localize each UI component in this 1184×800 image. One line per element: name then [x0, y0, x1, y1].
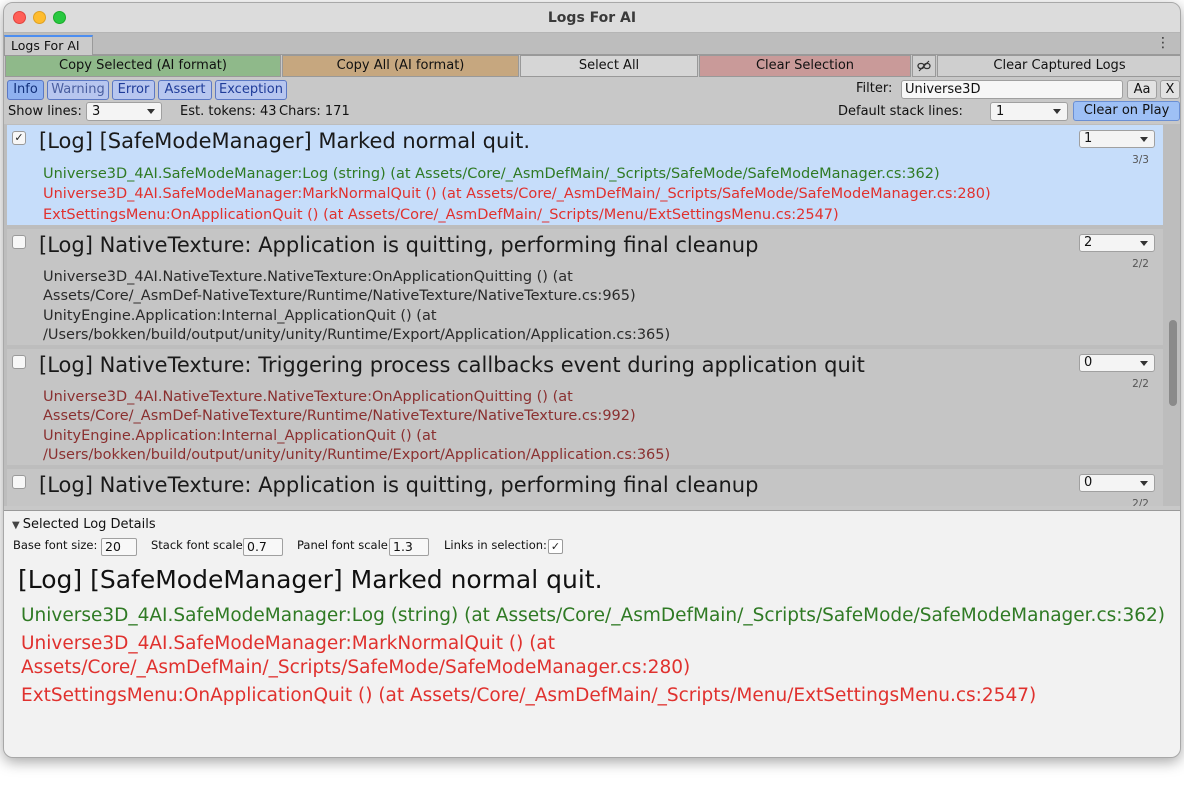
log-select-checkbox[interactable]: ✓ [12, 131, 26, 145]
select-all-button[interactable]: Select All [520, 55, 698, 77]
log-select-checkbox[interactable] [12, 235, 26, 249]
default-stack-lines-value: 1 [996, 104, 1005, 119]
details-trace-line[interactable]: Assets/Core/_AsmDefMain/_Scripts/SafeMod… [21, 656, 690, 680]
chevron-down-icon [1140, 241, 1148, 246]
app-window: Logs For AI Logs For AI ⋮ Copy Selected … [3, 2, 1181, 758]
base-font-size-label: Base font size: [13, 538, 98, 552]
stack-font-scale-label: Stack font scale [151, 538, 243, 552]
copy-all-button[interactable]: Copy All (AI format) [282, 55, 519, 77]
filter-error-toggle[interactable]: Error [112, 80, 155, 100]
log-count: 2/2 [1132, 258, 1149, 270]
log-entry[interactable]: [Log] NativeTexture: Application is quit… [7, 469, 1163, 506]
log-count: 2/2 [1132, 498, 1149, 506]
window-title: Logs For AI [547, 10, 637, 26]
chevron-down-icon [1140, 137, 1148, 142]
filter-exception-toggle[interactable]: Exception [215, 80, 287, 100]
log-list-scrollbar[interactable] [1167, 124, 1180, 506]
show-lines-dropdown[interactable]: 3 [86, 102, 162, 121]
stack-lines-dropdown[interactable]: 2 [1079, 234, 1155, 252]
match-case-button[interactable]: Aa [1127, 80, 1157, 99]
stack-trace-line[interactable]: Universe3D_4AI.NativeTexture.NativeTextu… [43, 268, 573, 287]
log-list[interactable]: ✓ [Log] [SafeModeManager] Marked normal … [4, 124, 1180, 506]
show-lines-label: Show lines: [8, 104, 82, 119]
log-entry[interactable]: [Log] NativeTexture: Triggering process … [7, 349, 1163, 465]
stack-trace-line[interactable]: Universe3D_4AI.SafeModeManager:MarkNorma… [43, 185, 991, 204]
options-row: Show lines: 3 Est. tokens: 43 Chars: 171… [4, 100, 1180, 122]
chevron-down-icon [147, 109, 155, 114]
char-count: Chars: 171 [279, 104, 350, 119]
details-trace-line[interactable]: Universe3D_4AI.SafeModeManager:Log (stri… [21, 604, 1165, 628]
stack-trace-line[interactable]: UnityEngine.Application:Internal_Applica… [43, 427, 437, 446]
stack-lines-value: 0 [1084, 475, 1093, 490]
stack-trace-line[interactable]: /Users/bokken/build/output/unity/unity/R… [43, 446, 670, 465]
triangle-down-icon: ▼ [12, 520, 20, 531]
log-title: [Log] NativeTexture: Triggering process … [39, 353, 865, 377]
filter-label: Filter: [856, 81, 893, 96]
show-lines-value: 3 [92, 104, 101, 119]
unlink-button[interactable] [912, 55, 936, 77]
scrollbar-thumb[interactable] [1169, 320, 1177, 406]
stack-lines-dropdown[interactable]: 0 [1079, 474, 1155, 492]
unlink-icon [917, 60, 931, 72]
chevron-down-icon [1053, 109, 1061, 114]
panel-font-scale-label: Panel font scale: [297, 538, 392, 552]
links-in-selection-label: Links in selection: [444, 538, 547, 552]
tab-logs-for-ai[interactable]: Logs For AI [4, 35, 93, 56]
stack-trace-line[interactable]: Assets/Core/_AsmDef-NativeTexture/Runtim… [43, 287, 636, 306]
est-tokens: Est. tokens: 43 [180, 104, 277, 119]
log-title: [Log] [SafeModeManager] Marked normal qu… [39, 129, 531, 153]
stack-trace-line[interactable]: /Users/bokken/build/output/unity/unity/R… [43, 326, 670, 345]
tab-bar: Logs For AI ⋮ [4, 33, 1180, 56]
stack-lines-value: 2 [1084, 235, 1093, 250]
stack-lines-dropdown[interactable]: 0 [1079, 354, 1155, 372]
details-trace-line[interactable]: Universe3D_4AI.SafeModeManager:MarkNorma… [21, 632, 555, 656]
clear-selection-button[interactable]: Clear Selection [699, 55, 911, 77]
details-header: Selected Log Details [22, 517, 156, 532]
clear-filter-button[interactable]: X [1160, 80, 1180, 99]
panel-font-scale-input[interactable]: 1.3 [389, 538, 429, 556]
chevron-down-icon [1140, 361, 1148, 366]
copy-selected-button[interactable]: Copy Selected (AI format) [5, 55, 281, 77]
action-toolbar: Copy Selected (AI format) Copy All (AI f… [4, 55, 1180, 77]
base-font-size-input[interactable]: 20 [101, 538, 137, 556]
selected-log-details-panel: ▼ Selected Log Details Base font size: 20… [4, 510, 1180, 757]
details-foldout[interactable]: ▼ Selected Log Details [12, 517, 156, 532]
log-select-checkbox[interactable] [12, 475, 26, 489]
links-in-selection-checkbox[interactable]: ✓ [548, 539, 563, 554]
stack-trace-line[interactable]: Assets/Core/_AsmDef-NativeTexture/Runtim… [43, 407, 636, 426]
log-count: 2/2 [1132, 378, 1149, 390]
filter-row: Info Warning Error Assert Exception Filt… [4, 78, 1180, 100]
log-select-checkbox[interactable] [12, 355, 26, 369]
clear-captured-logs-button[interactable]: Clear Captured Logs [937, 55, 1180, 77]
filter-assert-toggle[interactable]: Assert [158, 80, 212, 100]
title-bar: Logs For AI [4, 3, 1180, 33]
filter-warning-toggle[interactable]: Warning [47, 80, 109, 100]
kebab-menu-icon[interactable]: ⋮ [1156, 35, 1170, 51]
log-count: 3/3 [1132, 154, 1149, 166]
default-stack-lines-label: Default stack lines: [838, 104, 963, 119]
log-entry[interactable]: ✓ [Log] [SafeModeManager] Marked normal … [7, 125, 1163, 225]
stack-lines-dropdown[interactable]: 1 [1079, 130, 1155, 148]
filter-input[interactable]: Universe3D [901, 80, 1123, 99]
chevron-down-icon [1140, 481, 1148, 486]
details-trace-line[interactable]: ExtSettingsMenu:OnApplicationQuit () (at… [21, 684, 1036, 708]
stack-trace-line[interactable]: Universe3D_4AI.SafeModeManager:Log (stri… [43, 165, 940, 184]
default-stack-lines-dropdown[interactable]: 1 [990, 102, 1068, 121]
details-title[interactable]: [Log] [SafeModeManager] Marked normal qu… [18, 565, 603, 594]
log-title: [Log] NativeTexture: Application is quit… [39, 233, 759, 257]
filter-info-toggle[interactable]: Info [7, 80, 44, 100]
stack-lines-value: 0 [1084, 355, 1093, 370]
stack-font-scale-input[interactable]: 0.7 [243, 538, 283, 556]
clear-on-play-toggle[interactable]: Clear on Play [1073, 101, 1180, 121]
log-entry[interactable]: [Log] NativeTexture: Application is quit… [7, 229, 1163, 345]
stack-trace-line[interactable]: UnityEngine.Application:Internal_Applica… [43, 307, 437, 326]
log-title: [Log] NativeTexture: Application is quit… [39, 473, 759, 497]
stack-trace-line[interactable]: Universe3D_4AI.NativeTexture.NativeTextu… [43, 388, 573, 407]
stack-trace-line[interactable]: ExtSettingsMenu:OnApplicationQuit () (at… [43, 206, 839, 225]
stack-lines-value: 1 [1084, 131, 1093, 146]
